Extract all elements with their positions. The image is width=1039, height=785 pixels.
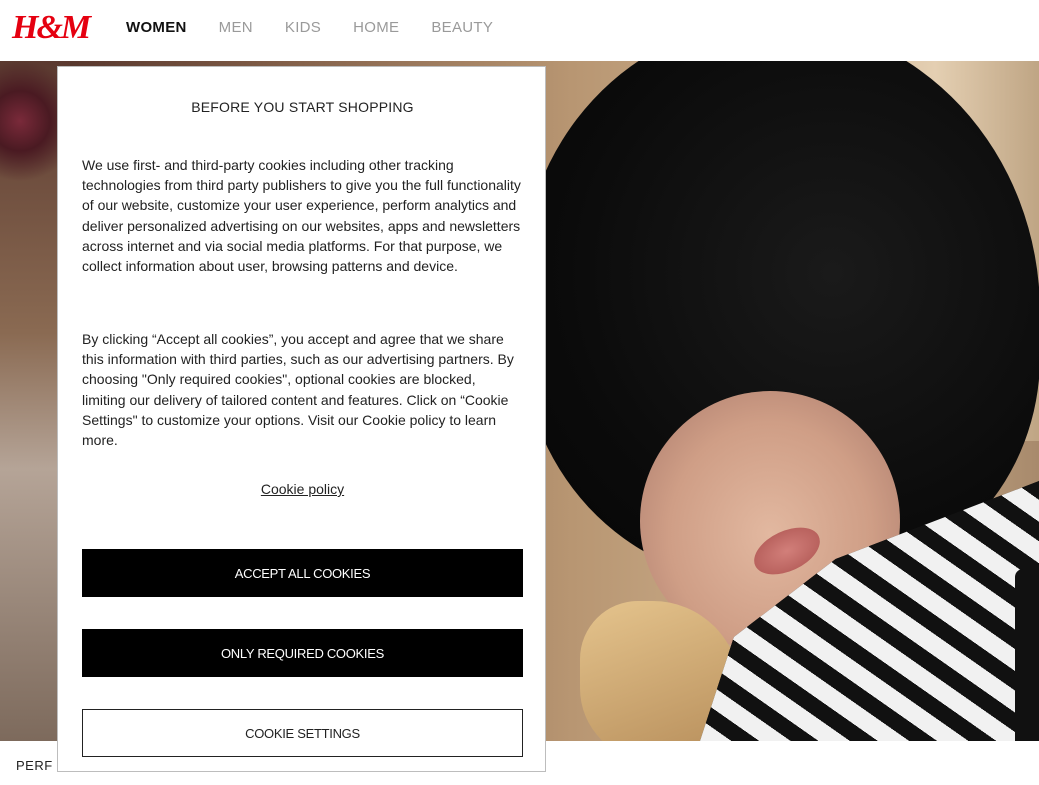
nav-item-beauty[interactable]: BEAUTY [431,19,493,37]
cookie-description: We use first- and third-party cookies in… [82,157,521,275]
phone-object [1015,569,1039,741]
nav-item-home[interactable]: HOME [353,19,399,37]
cookie-consent-info: By clicking “Accept all cookies”, you ac… [82,331,514,449]
nav-item-women[interactable]: WOMEN [126,19,187,37]
dialog-title: BEFORE YOU START SHOPPING [191,99,414,115]
nav-item-men[interactable]: MEN [219,19,253,37]
only-required-cookies-button[interactable]: ONLY REQUIRED COOKIES [82,629,523,677]
site-header: H&M WOMEN MEN KIDS HOME BEAUTY [0,0,1039,60]
nav-item-kids[interactable]: KIDS [285,19,321,37]
cookie-policy-link[interactable]: Cookie policy [58,481,547,497]
cookie-consent-dialog: BEFORE YOU START SHOPPING We use first- … [57,66,546,772]
hm-logo[interactable]: H&M [12,8,91,48]
accept-all-cookies-button[interactable]: ACCEPT ALL COOKIES [82,549,523,597]
hero-caption[interactable]: PERF [16,758,53,773]
main-nav: WOMEN MEN KIDS HOME BEAUTY [126,19,493,37]
cookie-settings-button[interactable]: COOKIE SETTINGS [82,709,523,757]
